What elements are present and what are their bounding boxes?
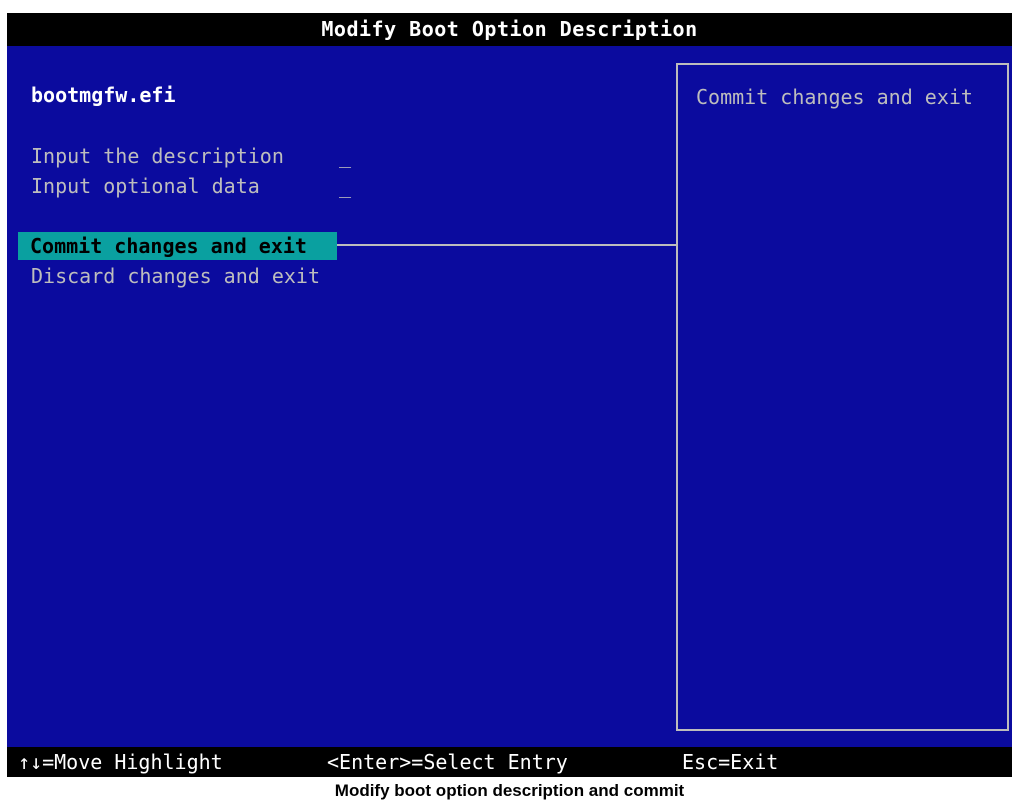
commit-changes-menu-item[interactable]: Commit changes and exit (18, 232, 337, 260)
bios-screen: Modify Boot Option Description bootmgfw.… (7, 13, 1012, 777)
move-highlight-hint: ↑↓=Move Highlight (18, 750, 223, 774)
optional-data-field-label: Input optional data (31, 174, 260, 198)
description-field-input[interactable]: _ (339, 143, 351, 169)
select-entry-hint: <Enter>=Select Entry (327, 750, 568, 774)
discard-changes-menu-item[interactable]: Discard changes and exit (31, 263, 320, 289)
boot-option-filename: bootmgfw.efi (31, 83, 176, 107)
selection-connector-line (337, 244, 677, 246)
optional-data-field-input[interactable]: _ (339, 173, 351, 199)
help-text: Commit changes and exit (696, 85, 973, 109)
exit-hint: Esc=Exit (682, 750, 779, 774)
window-title: Modify Boot Option Description (7, 13, 1012, 46)
figure-caption: Modify boot option description and commi… (334, 781, 685, 800)
description-field-label: Input the description (31, 144, 284, 168)
help-panel: Commit changes and exit (676, 63, 1009, 731)
footer-bar: ↑↓=Move Highlight <Enter>=Select Entry E… (7, 747, 1012, 777)
